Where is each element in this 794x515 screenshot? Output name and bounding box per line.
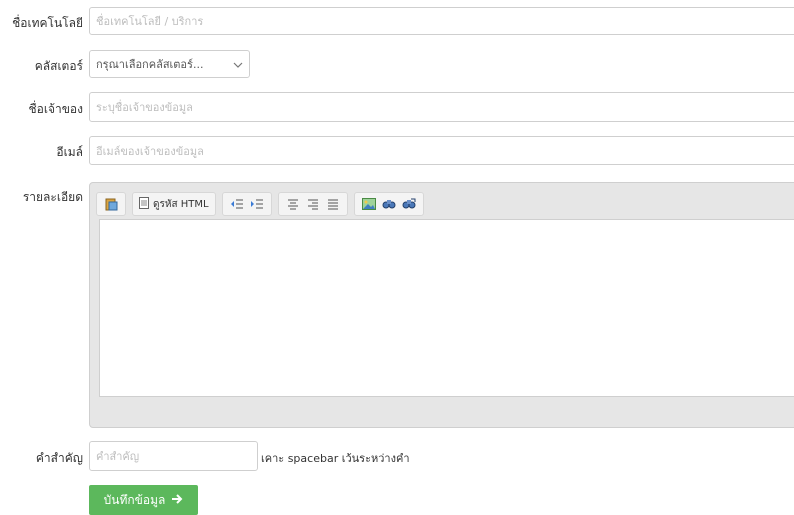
document-icon: [139, 196, 149, 212]
align-right-icon[interactable]: [304, 195, 322, 213]
toolbar-group-1: [96, 192, 126, 216]
tech-name-input[interactable]: ชื่อเทคโนโลยี / บริการ: [89, 7, 794, 35]
cluster-selected-value: กรุณาเลือกคลัสเตอร์...: [96, 58, 204, 71]
keywords-label: คำสำคัญ: [35, 451, 83, 465]
paste-icon[interactable]: [102, 195, 120, 213]
toolbar-group-4: [277, 192, 348, 216]
align-center-icon[interactable]: [284, 195, 302, 213]
save-button[interactable]: บันทึกข้อมูล: [89, 485, 198, 515]
rich-text-editor: ดูรหัส HTML: [89, 182, 794, 428]
replace-icon[interactable]: [400, 195, 418, 213]
owner-input[interactable]: ระบุชื่อเจ้าของข้อมูล: [89, 92, 794, 122]
email-input[interactable]: อีเมล์ของเจ้าของข้อมูล: [89, 136, 794, 165]
toolbar-group-3: [221, 192, 272, 216]
find-icon[interactable]: [380, 195, 398, 213]
keywords-input[interactable]: คำสำคัญ: [89, 441, 258, 471]
cluster-label: คลัสเตอร์: [34, 59, 83, 73]
editor-toolbar: ดูรหัส HTML: [96, 191, 794, 217]
editor-content-area[interactable]: [99, 219, 794, 397]
chevron-down-icon: [233, 58, 243, 71]
outdent-icon[interactable]: [228, 195, 246, 213]
owner-label: ชื่อเจ้าของ: [28, 102, 84, 116]
tech-name-label: ชื่อเทคโนโลยี: [12, 16, 83, 30]
html-source-label: ดูรหัส HTML: [153, 198, 209, 210]
arrow-right-icon: [171, 493, 183, 507]
keywords-hint: เคาะ spacebar เว้นระหว่างคำ: [261, 452, 410, 465]
image-icon[interactable]: [360, 195, 378, 213]
details-label: รายละเอียด: [22, 190, 83, 204]
align-justify-icon[interactable]: [324, 195, 342, 213]
toolbar-group-5: [353, 192, 424, 216]
save-button-label: บันทึกข้อมูล: [103, 492, 166, 507]
email-label: อีเมล์: [56, 145, 83, 159]
cluster-select[interactable]: กรุณาเลือกคลัสเตอร์...: [89, 50, 250, 78]
toolbar-group-2: ดูรหัส HTML: [132, 192, 216, 216]
indent-icon[interactable]: [248, 195, 266, 213]
html-source-button[interactable]: ดูรหัส HTML: [137, 196, 211, 212]
